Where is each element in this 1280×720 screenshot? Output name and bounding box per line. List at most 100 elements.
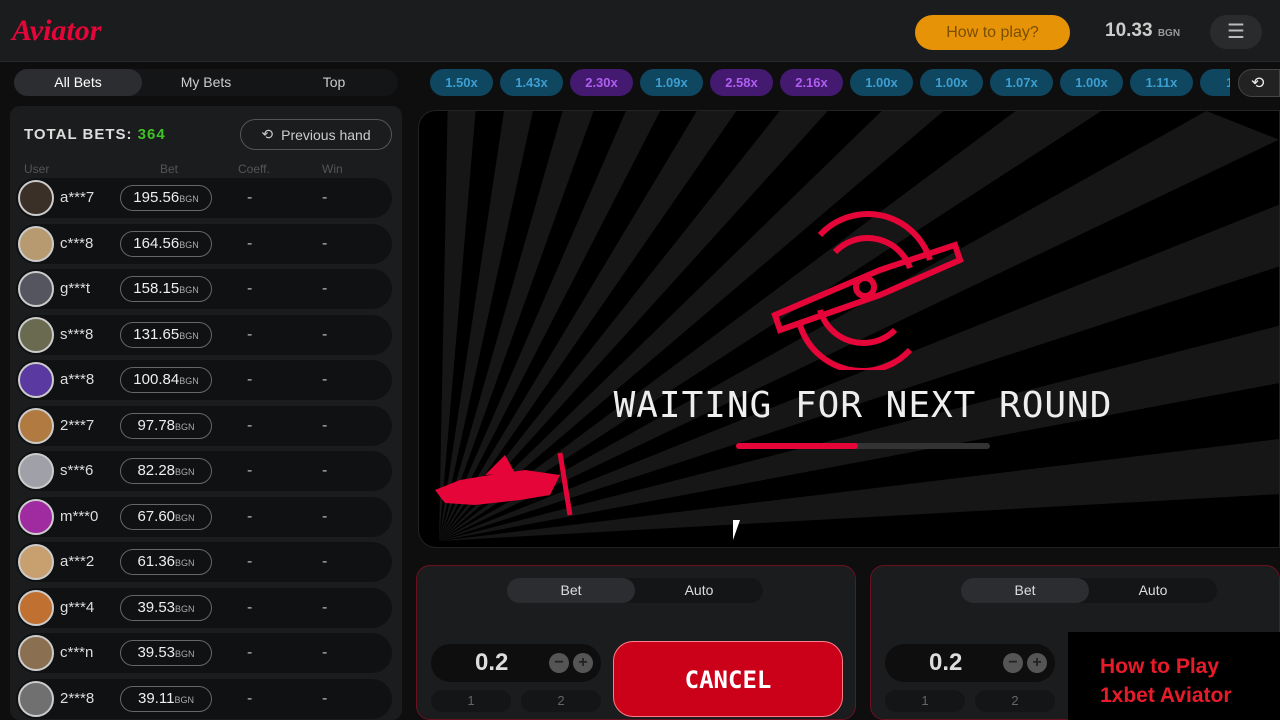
multiplier-badge[interactable]: 1.00x [1060,69,1123,96]
currency: BGN [175,603,195,614]
bet-value: 39.11 [138,689,175,707]
currency: BGN [174,694,194,705]
quick-bet-2[interactable]: 2 [975,690,1055,712]
multiplier-badge[interactable]: 1.50x [430,69,493,96]
multiplier-badge[interactable]: 2.30x [570,69,633,96]
plus-icon[interactable]: + [1027,653,1047,673]
multiplier-badge[interactable]: 1.11x [1130,69,1193,96]
multiplier-badge[interactable]: 1. [1200,69,1230,96]
total-bets-label: TOTAL BETS: [24,126,133,143]
multiplier-badge[interactable]: 2.58x [710,69,773,96]
multiplier-badge[interactable]: 1.00x [920,69,983,96]
bet-row: 2***7 97.78BGN - - [16,405,392,446]
coeff: - [247,553,253,570]
how-to-play-button[interactable]: ?How to play? [915,15,1070,159]
coeff: - [247,462,253,479]
tab-auto[interactable]: Auto [1089,578,1217,603]
total-bets: TOTAL BETS: 364 [24,126,166,143]
multiplier-badge[interactable]: 1.00x [850,69,913,96]
currency: BGN [179,376,199,386]
username: g***t [60,280,91,297]
bet-row: c***8 164.56BGN - - [16,223,392,264]
multiplier-badge[interactable]: 1.43x [500,69,563,96]
tab-bet[interactable]: Bet [961,578,1089,603]
avatar [18,453,54,489]
hamburger-icon[interactable]: ☰ [1210,15,1262,49]
win: - [322,598,328,616]
avatar [18,316,54,353]
quick-bet-1[interactable]: 1 [885,690,965,712]
how-to-play-label: How to play? [946,23,1039,41]
win: - [322,644,328,661]
bets-panel: TOTAL BETS: 364 ⟲ Previous hand User Bet … [10,106,402,720]
bet-amount: 158.15BGN [120,276,212,302]
balance-value: 10.33 [1105,20,1153,41]
multiplier-badge[interactable]: 1.07x [990,69,1053,96]
bet-amount: 131.65BGN [120,321,212,348]
cancel-button[interactable]: CANCEL [613,641,843,717]
bet-value: 39.53 [137,644,176,661]
coeff: - [247,507,253,525]
bet-row: g***4 39.53BGN - - [16,587,392,628]
bet-row: 2***8 39.11BGN - - [16,678,392,719]
tab-all-bets[interactable]: All Bets [14,69,142,96]
history-icon: ⟲ [261,126,274,142]
quick-bet-1[interactable]: 1 [431,690,511,712]
bet-value: 195.56 [133,189,180,206]
username: g***4 [60,598,95,616]
promo-overlay: How to Play 1xbet Aviator [1068,632,1280,720]
multiplier-badge[interactable]: 1.09x [640,69,703,96]
minus-icon[interactable]: − [1003,653,1023,673]
bet-row: a***7 195.56BGN - - [16,178,392,218]
bet-row: s***8 131.65BGN - - [16,314,392,355]
bet-row: m***0 67.60BGN - - [16,496,392,537]
bet-value: 39.53 [137,598,176,616]
avatar [18,362,54,398]
tab-bet[interactable]: Bet [507,578,635,603]
multiplier-history: 1.50x 1.43x 2.30x 1.09x 2.58x 2.16x 1.00x 1.00x… [430,69,1230,96]
coeff: - [247,371,253,388]
total-bets-count: 364 [137,126,166,143]
multiplier-badge[interactable]: 2.16x [780,69,843,96]
quick-bet-2[interactable]: 2 [521,690,601,712]
plus-icon[interactable]: + [573,653,593,673]
win: - [322,280,328,297]
previous-hand-button[interactable]: ⟲ Previous hand [240,119,392,150]
promo-line-2: 1xbet Aviator [1100,684,1232,707]
tab-auto[interactable]: Auto [635,578,763,603]
bet-amount: 97.78BGN [120,412,212,439]
avatar [18,407,54,444]
mouse-cursor [733,520,740,540]
username: 2***7 [60,416,95,434]
status-text: WAITING FOR NEXT ROUND [613,385,1113,426]
win: - [322,689,328,707]
bet-value: 164.56 [133,234,180,252]
bet-amount-input[interactable]: 0.2 − + [885,644,1055,682]
previous-hand-label: Previous hand [281,126,371,143]
coeff: - [247,689,253,707]
tab-top[interactable]: Top [270,69,398,96]
avatar [18,271,54,307]
bet-value: 61.36 [137,553,176,570]
bet-amount-value: 0.2 [475,649,509,676]
history-icon[interactable]: ⟲ [1238,69,1280,97]
win: - [322,189,328,206]
currency: BGN [179,285,199,295]
minus-icon[interactable]: − [549,653,569,673]
aviator-logo: Aviator [12,14,102,47]
currency: BGN [175,421,195,432]
bet-amount: 61.36BGN [120,549,212,575]
coeff: - [247,280,253,297]
coeff: - [247,416,253,434]
currency: BGN [175,649,195,659]
balance: 10.33 BGN [1105,20,1180,42]
tab-my-bets[interactable]: My Bets [142,69,270,96]
bet-value: 67.60 [137,507,176,525]
round-progress-fill [736,443,858,449]
coeff: - [247,644,253,661]
bet-row: c***n 39.53BGN - - [16,633,392,673]
username: c***8 [60,234,94,252]
currency: BGN [175,467,195,477]
bet-amount: 39.11BGN [120,685,212,712]
bet-amount-input[interactable]: 0.2 − + [431,644,601,682]
